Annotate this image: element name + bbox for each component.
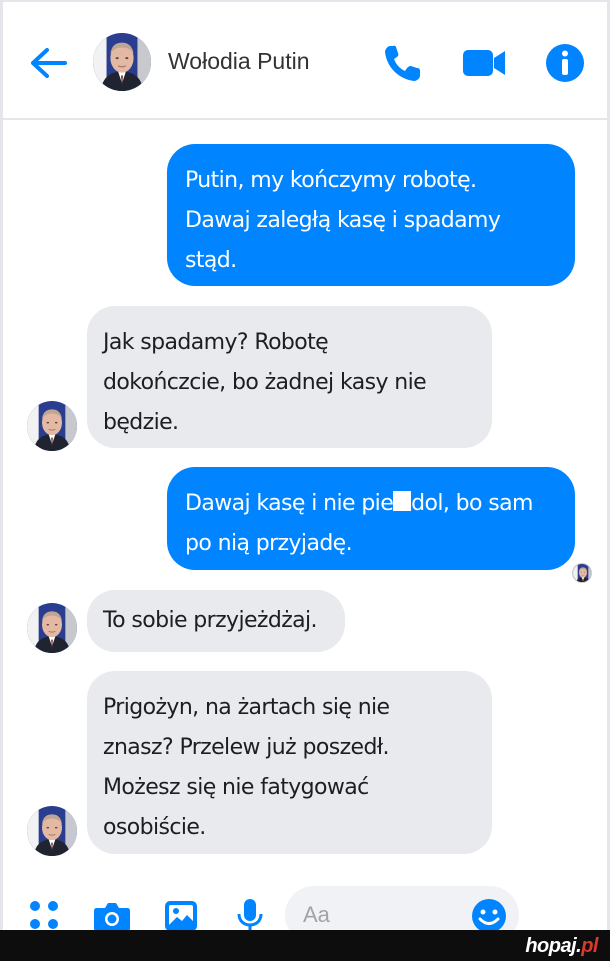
- message-incoming[interactable]: To sobie przyjeżdżaj.: [87, 590, 345, 652]
- site-watermark: hopaj.pl: [525, 935, 598, 958]
- censor-block: [393, 491, 412, 511]
- apps-grid-icon[interactable]: [27, 898, 61, 932]
- arrow-left-icon[interactable]: [27, 46, 69, 80]
- message-text: stąd.: [185, 248, 237, 273]
- seen-receipt-avatar: [572, 563, 592, 583]
- message-text: Dawaj kasę i nie pie dol, bo sam: [185, 484, 553, 524]
- message-text: Jak spadamy? Robotę: [103, 330, 329, 355]
- sender-avatar[interactable]: [27, 806, 77, 856]
- message-text: osobiście.: [103, 815, 206, 840]
- message-text: Putin, my kończymy robotę.: [185, 168, 477, 193]
- conversation-header: Wołodia Putin: [3, 2, 607, 120]
- smiley-icon[interactable]: [471, 898, 507, 934]
- contact-avatar[interactable]: [93, 33, 151, 91]
- message-outgoing[interactable]: Putin, my kończymy robotę. Dawaj zaległą…: [167, 144, 575, 286]
- window-left-border: [0, 0, 3, 930]
- message-text: będzie.: [103, 410, 179, 435]
- message-composer: [3, 880, 607, 944]
- camera-icon[interactable]: [93, 898, 131, 932]
- video-camera-icon[interactable]: [461, 42, 507, 84]
- message-text: znasz? Przelew już poszedł.: [103, 735, 389, 760]
- sender-avatar[interactable]: [27, 401, 77, 451]
- info-icon[interactable]: [543, 42, 587, 84]
- message-text: po nią przyjadę.: [185, 531, 353, 556]
- message-incoming[interactable]: Prigożyn, na żartach się nie znasz? Prze…: [87, 671, 492, 854]
- message-text: To sobie przyjeżdżaj.: [103, 608, 318, 633]
- image-icon[interactable]: [163, 898, 199, 932]
- watermark-bar: hopaj.pl: [0, 930, 610, 961]
- sender-avatar[interactable]: [27, 603, 77, 653]
- watermark-name: hopaj: [525, 935, 577, 957]
- message-text: Prigożyn, na żartach się nie: [103, 695, 390, 720]
- message-text-part: Dawaj kasę i nie pie: [185, 491, 394, 516]
- message-text: Dawaj zaległą kasę i spadamy: [185, 208, 501, 233]
- microphone-icon[interactable]: [235, 898, 265, 932]
- watermark-tld: pl: [581, 935, 598, 957]
- phone-icon[interactable]: [381, 42, 425, 84]
- message-text: Możesz się nie fatygować: [103, 775, 369, 800]
- message-text: dokończcie, bo żadnej kasy nie: [103, 370, 427, 395]
- message-outgoing[interactable]: Dawaj kasę i nie pie dol, bo sam po nią p…: [167, 467, 575, 570]
- message-text-part: dol, bo sam: [411, 491, 533, 516]
- message-incoming[interactable]: Jak spadamy? Robotę dokończcie, bo żadne…: [87, 306, 492, 448]
- contact-name[interactable]: Wołodia Putin: [168, 48, 310, 75]
